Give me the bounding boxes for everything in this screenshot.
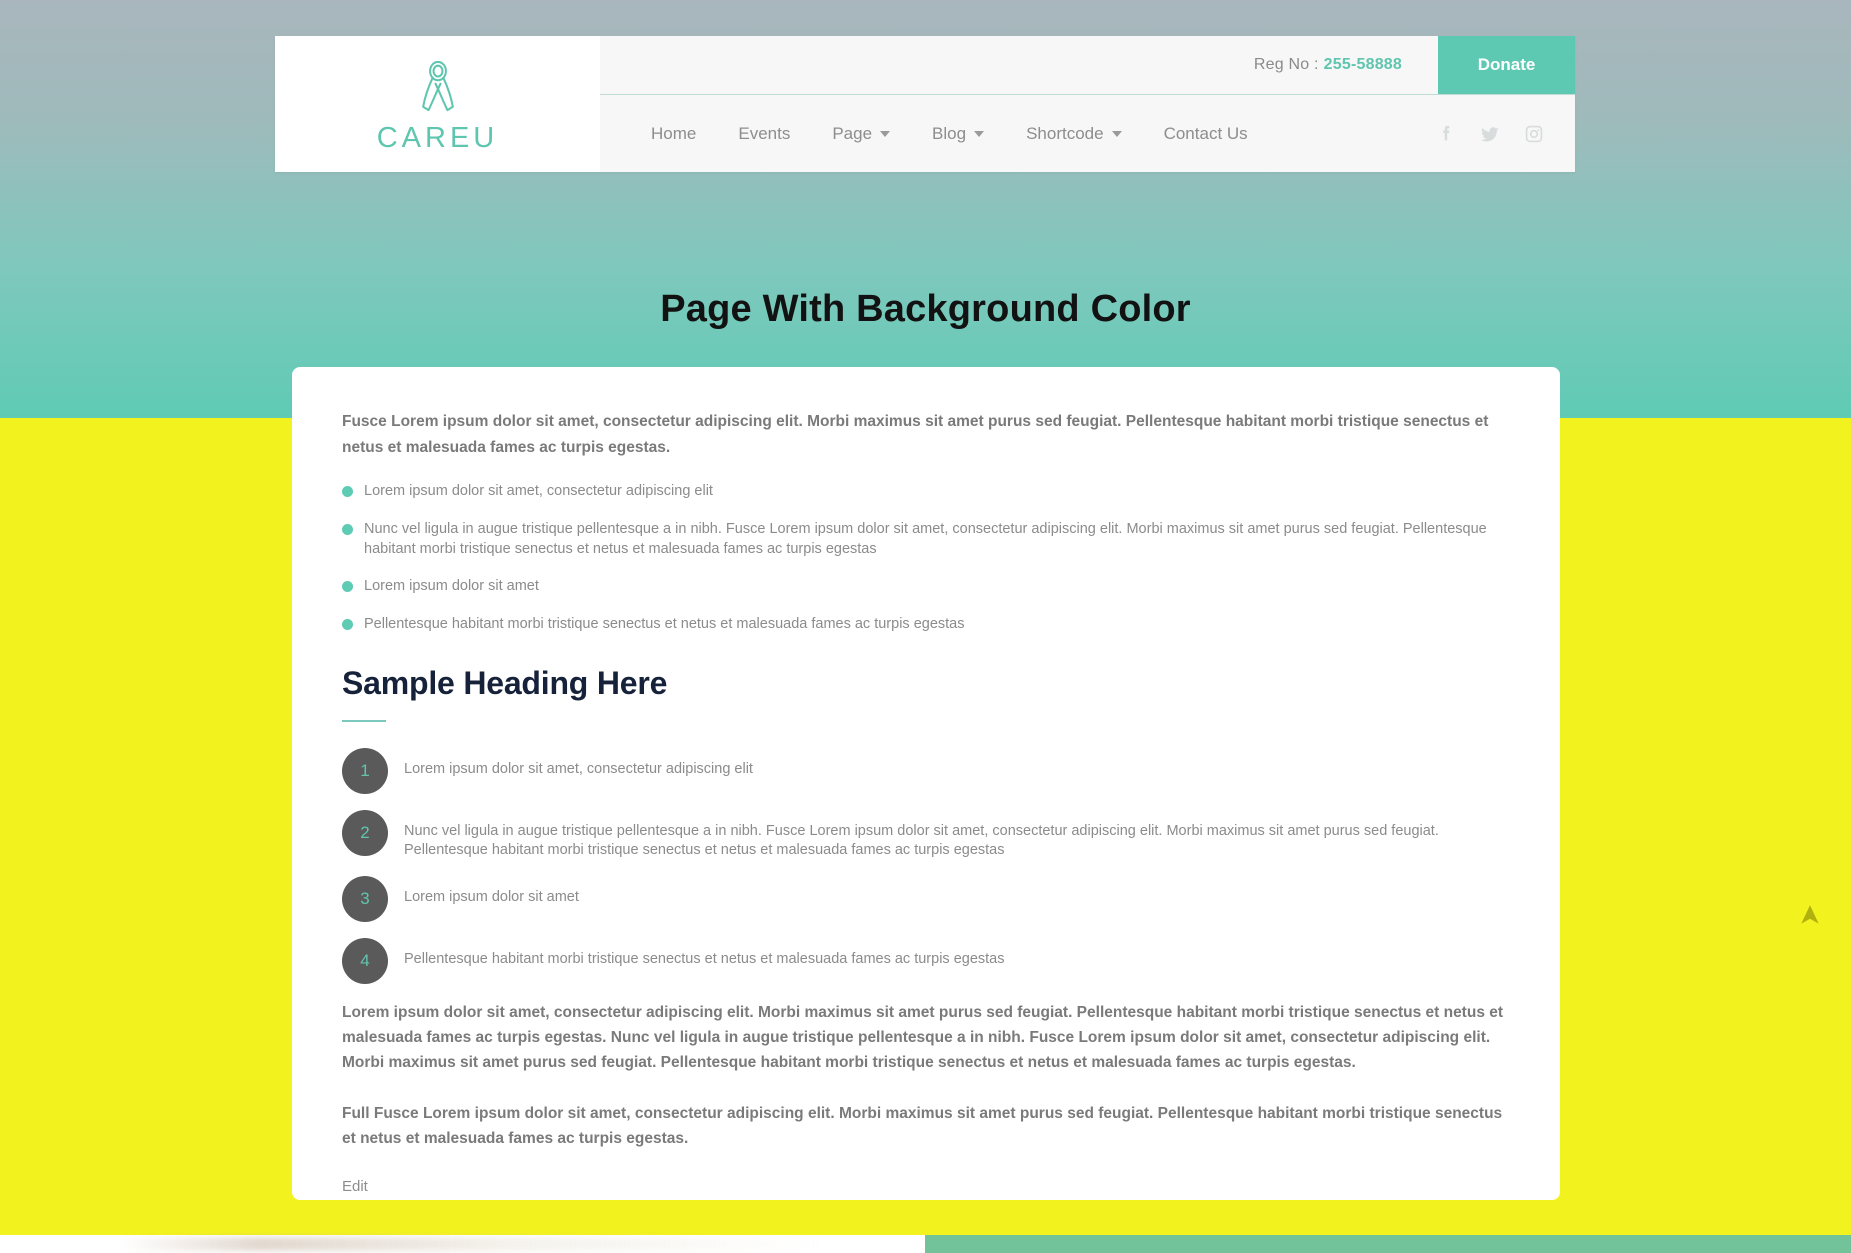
chevron-down-icon <box>974 130 985 137</box>
nav-label: Home <box>651 123 697 143</box>
page-title: Page With Background Color <box>660 288 1191 330</box>
donate-button[interactable]: Donate <box>1438 36 1575 94</box>
bottom-teal-strip <box>925 1235 1851 1253</box>
numbered-list: 1 Lorem ipsum dolor sit amet, consectetu… <box>342 747 1510 984</box>
logo-block[interactable]: CAREU <box>275 36 600 172</box>
scroll-to-top-button[interactable] <box>1791 896 1829 934</box>
list-item-text: Lorem ipsum dolor sit amet, consectetur … <box>404 760 753 777</box>
nav-item-events[interactable]: Events <box>717 124 811 144</box>
site-header: CAREU Reg No : 255-58888 Donate Home Eve… <box>275 36 1575 172</box>
nav-label: Events <box>738 123 791 143</box>
nav-label: Page <box>832 123 873 143</box>
closing-paragraph-1: Lorem ipsum dolor sit amet, consectetur … <box>342 1003 1504 1072</box>
twitter-icon[interactable] <box>1479 123 1501 145</box>
reg-value: 255-58888 <box>1323 56 1402 73</box>
header-right: Reg No : 255-58888 Donate Home Events Pa… <box>600 36 1575 172</box>
list-number-badge: 1 <box>342 747 388 794</box>
closing-paragraph-2: Full Fusce Lorem ipsum dolor sit amet, c… <box>342 1105 1503 1148</box>
reg-label: Reg No : <box>1253 56 1319 73</box>
nav-item-contact-us[interactable]: Contact Us <box>1143 124 1269 144</box>
registration-number: Reg No : 255-58888 <box>1254 36 1438 94</box>
nav-item-shortcode[interactable]: Shortcode <box>1005 124 1143 144</box>
list-number-badge: 4 <box>342 937 388 984</box>
list-item-text: Nunc vel ligula in augue tristique pelle… <box>404 822 1439 858</box>
page-bottom-edge <box>0 1235 1851 1253</box>
bottom-blur-artifact <box>120 1237 820 1251</box>
main-navigation: Home Events Page Blog Shortcode Contact … <box>600 95 1575 172</box>
chevron-down-icon <box>1111 130 1122 137</box>
section-heading: Sample Heading Here <box>342 664 668 701</box>
nav-label: Shortcode <box>1026 123 1104 143</box>
nav-item-page[interactable]: Page <box>811 124 911 144</box>
list-item: Pellentesque habitant morbi tristique se… <box>342 615 1510 635</box>
content-card: Fusce Lorem ipsum dolor sit amet, consec… <box>292 367 1560 1200</box>
list-item-text: Lorem ipsum dolor sit amet <box>404 888 579 905</box>
list-item: 3 Lorem ipsum dolor sit amet <box>342 875 1510 922</box>
list-number-badge: 3 <box>342 875 388 922</box>
nav-label: Contact Us <box>1163 123 1248 143</box>
bullet-list: Lorem ipsum dolor sit amet, consectetur … <box>342 482 1510 635</box>
nav-label: Blog <box>932 123 967 143</box>
awareness-ribbon-icon <box>415 60 461 114</box>
nav-item-home[interactable]: Home <box>630 124 717 144</box>
chevron-down-icon <box>880 130 891 137</box>
list-item-text: Pellentesque habitant morbi tristique se… <box>404 950 1005 967</box>
list-item: 2 Nunc vel ligula in augue tristique pel… <box>342 809 1510 860</box>
instagram-icon[interactable] <box>1523 123 1545 145</box>
edit-link[interactable]: Edit <box>342 1178 368 1195</box>
list-item: Lorem ipsum dolor sit amet, consectetur … <box>342 482 1510 502</box>
arrow-up-icon <box>1801 905 1819 924</box>
list-item: Lorem ipsum dolor sit amet <box>342 577 1510 597</box>
top-bar: Reg No : 255-58888 Donate <box>600 36 1575 95</box>
intro-paragraph: Fusce Lorem ipsum dolor sit amet, consec… <box>342 413 1489 456</box>
logo-text: CAREU <box>376 121 499 154</box>
facebook-icon[interactable] <box>1435 123 1457 145</box>
heading-underline <box>342 719 386 722</box>
list-number-badge: 2 <box>342 809 388 856</box>
list-item: 4 Pellentesque habitant morbi tristique … <box>342 937 1510 984</box>
nav-item-blog[interactable]: Blog <box>911 124 1005 144</box>
list-item: Nunc vel ligula in augue tristique pelle… <box>342 520 1510 559</box>
nav-list: Home Events Page Blog Shortcode Contact … <box>630 124 1269 144</box>
list-item: 1 Lorem ipsum dolor sit amet, consectetu… <box>342 747 1510 794</box>
social-links <box>1435 123 1551 145</box>
